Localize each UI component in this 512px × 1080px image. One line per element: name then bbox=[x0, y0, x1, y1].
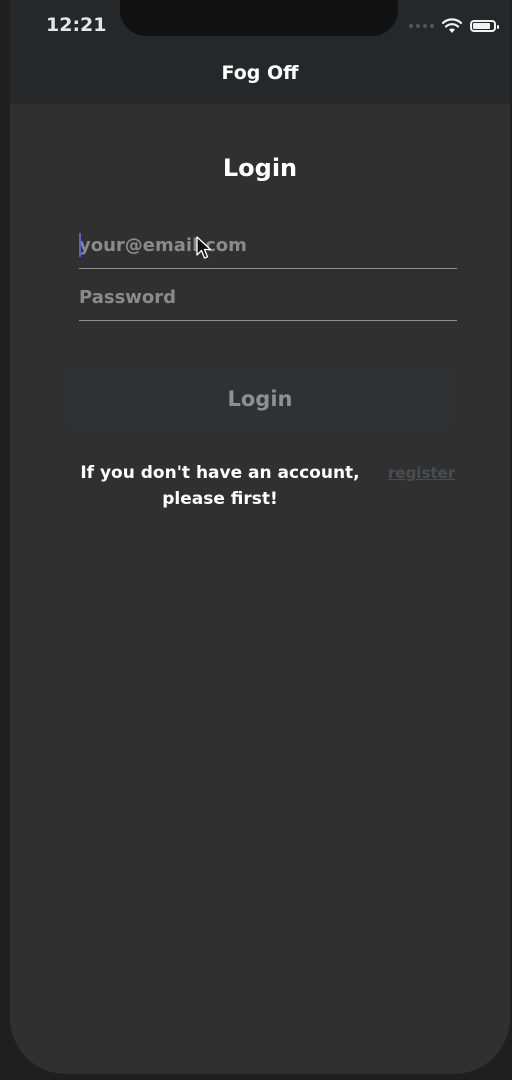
battery-level-fill bbox=[473, 23, 490, 29]
signal-icon bbox=[409, 24, 434, 28]
register-link[interactable]: register bbox=[388, 464, 455, 482]
login-screen: Login Login If you don't have an account… bbox=[10, 104, 510, 1074]
login-heading: Login bbox=[222, 154, 298, 182]
status-time: 12:21 bbox=[46, 14, 107, 36]
battery-icon bbox=[470, 20, 499, 32]
nav-bar: Fog Off bbox=[10, 50, 510, 104]
wifi-icon bbox=[442, 18, 462, 33]
email-input[interactable] bbox=[79, 222, 457, 268]
phone-frame: 12:21 Fog Off Login your@email.com Login… bbox=[10, 0, 510, 1074]
mouse-pointer-icon bbox=[196, 236, 212, 259]
app-title: Fog Off bbox=[221, 62, 299, 84]
email-field-wrapper bbox=[79, 222, 457, 269]
device-notch bbox=[120, 0, 398, 36]
status-icons bbox=[409, 18, 499, 34]
register-prompt: If you don't have an account, please fir… bbox=[80, 463, 360, 509]
text-caret bbox=[79, 233, 81, 257]
password-field-wrapper bbox=[79, 274, 457, 321]
password-input[interactable] bbox=[79, 274, 457, 320]
login-button[interactable]: Login bbox=[66, 368, 454, 430]
status-bar: 12:21 bbox=[10, 0, 510, 50]
